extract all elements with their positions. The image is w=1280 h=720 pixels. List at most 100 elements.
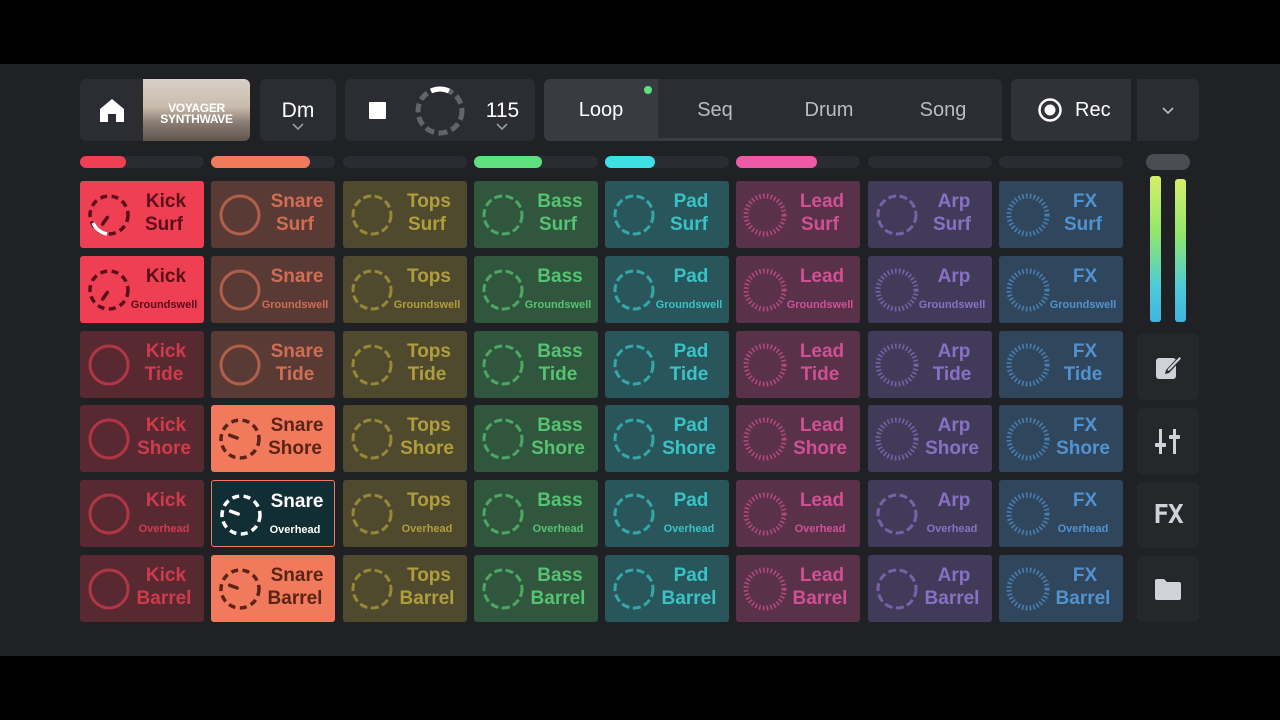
- clip-pad[interactable]: Tops Overhead: [343, 480, 467, 547]
- clip-pad[interactable]: Pad Surf: [605, 181, 729, 248]
- clip-progress-ring-icon: [87, 567, 131, 611]
- clip-scene-name: Surf: [1064, 214, 1102, 235]
- clip-pad[interactable]: Bass Shore: [474, 405, 598, 472]
- clip-pad[interactable]: Kick Groundswell: [80, 256, 204, 323]
- clip-progress-ring-icon: [481, 417, 525, 461]
- track-indicator-arp: [868, 156, 992, 168]
- clip-track-name: Lead: [799, 341, 845, 362]
- clip-pad[interactable]: Arp Surf: [868, 181, 992, 248]
- clip-pad[interactable]: Kick Tide: [80, 331, 204, 398]
- track-indicator-pad: [605, 156, 729, 168]
- clip-pad[interactable]: Lead Surf: [736, 181, 860, 248]
- tab-loop[interactable]: Loop: [544, 79, 658, 141]
- master-volume-knob[interactable]: [1146, 154, 1190, 170]
- clip-track-name: Pad: [673, 191, 709, 212]
- clip-pad[interactable]: Snare Overhead: [211, 480, 335, 547]
- chevron-down-icon: [292, 123, 304, 130]
- clip-track-name: Bass: [537, 565, 583, 586]
- clip-pad[interactable]: FX Tide: [999, 331, 1123, 398]
- clip-progress-ring-icon: [87, 417, 131, 461]
- clip-scene-name: Groundswell: [130, 299, 198, 311]
- clip-pad[interactable]: Tops Surf: [343, 181, 467, 248]
- clip-pad[interactable]: Bass Groundswell: [474, 256, 598, 323]
- clip-pad[interactable]: Arp Overhead: [868, 480, 992, 547]
- clip-pad[interactable]: Lead Tide: [736, 331, 860, 398]
- clip-pad[interactable]: Lead Shore: [736, 405, 860, 472]
- clip-track-name: Kick: [145, 191, 187, 212]
- clip-scene-name: Groundswell: [524, 299, 592, 311]
- clip-pad[interactable]: Bass Overhead: [474, 480, 598, 547]
- clip-progress-ring-icon: [218, 417, 262, 461]
- tempo-chevron-icon: [496, 123, 508, 130]
- clip-pad[interactable]: Pad Overhead: [605, 480, 729, 547]
- clip-pad[interactable]: Arp Shore: [868, 405, 992, 472]
- clip-track-name: Arp: [937, 191, 971, 212]
- clip-pad[interactable]: Kick Shore: [80, 405, 204, 472]
- clip-pad[interactable]: FX Shore: [999, 405, 1123, 472]
- clip-pad[interactable]: Snare Tide: [211, 331, 335, 398]
- record-button[interactable]: Rec: [1011, 79, 1131, 141]
- clip-pad[interactable]: Tops Shore: [343, 405, 467, 472]
- tempo-dial[interactable]: [413, 84, 467, 138]
- clip-pad[interactable]: Kick Barrel: [80, 555, 204, 622]
- tab-seq[interactable]: Seq: [658, 79, 772, 141]
- album-artwork[interactable]: VOYAGER SYNTHWAVE: [143, 79, 250, 141]
- browser-button[interactable]: [1137, 556, 1199, 622]
- clip-pad[interactable]: FX Overhead: [999, 480, 1123, 547]
- track-indicator-fill: [211, 156, 311, 168]
- clip-scene-name: Groundswell: [655, 299, 723, 311]
- clip-pad[interactable]: Lead Groundswell: [736, 256, 860, 323]
- clip-pad[interactable]: Arp Groundswell: [868, 256, 992, 323]
- clip-pad[interactable]: Snare Surf: [211, 181, 335, 248]
- home-icon: [80, 79, 143, 141]
- tab-loop-label: Loop: [578, 98, 624, 121]
- clip-pad[interactable]: FX Surf: [999, 181, 1123, 248]
- clip-pad[interactable]: Snare Groundswell: [211, 256, 335, 323]
- clip-scene-name: Barrel: [924, 588, 980, 609]
- more-menu-button[interactable]: [1137, 79, 1199, 141]
- clip-pad[interactable]: Pad Tide: [605, 331, 729, 398]
- clip-progress-ring-icon: [350, 193, 394, 237]
- clip-progress-ring-icon: [875, 417, 919, 461]
- fx-button[interactable]: FX: [1137, 482, 1199, 548]
- clip-pad[interactable]: Arp Tide: [868, 331, 992, 398]
- clip-pad[interactable]: FX Groundswell: [999, 256, 1123, 323]
- clip-scene-name: Overhead: [794, 523, 846, 535]
- clip-pad[interactable]: Tops Groundswell: [343, 256, 467, 323]
- clip-progress-ring-icon: [481, 567, 525, 611]
- clip-pad[interactable]: Pad Shore: [605, 405, 729, 472]
- mixer-button[interactable]: [1137, 408, 1199, 474]
- stop-button[interactable]: [359, 93, 395, 127]
- clip-pad[interactable]: Lead Barrel: [736, 555, 860, 622]
- clip-pad[interactable]: Bass Barrel: [474, 555, 598, 622]
- clip-progress-ring-icon: [481, 492, 525, 536]
- tab-song[interactable]: Song: [886, 79, 1000, 141]
- clip-track-name: FX: [1072, 266, 1098, 287]
- clip-pad[interactable]: Tops Barrel: [343, 555, 467, 622]
- tab-drum[interactable]: Drum: [772, 79, 886, 141]
- clip-pad[interactable]: Bass Tide: [474, 331, 598, 398]
- clip-pad[interactable]: Kick Surf: [80, 181, 204, 248]
- tab-drum-label: Drum: [804, 98, 854, 121]
- level-meter-right: [1175, 179, 1186, 322]
- clip-pad[interactable]: Pad Groundswell: [605, 256, 729, 323]
- clip-scene-name: Barrel: [661, 588, 717, 609]
- clip-pad[interactable]: Kick Overhead: [80, 480, 204, 547]
- album-title-line2: SYNTHWAVE: [160, 112, 233, 126]
- clip-pad[interactable]: Arp Barrel: [868, 555, 992, 622]
- clip-pad[interactable]: Pad Barrel: [605, 555, 729, 622]
- clip-pad[interactable]: Snare Shore: [211, 405, 335, 472]
- clip-scene-name: Surf: [408, 214, 446, 235]
- clip-pad[interactable]: FX Barrel: [999, 555, 1123, 622]
- clip-progress-ring-icon: [743, 492, 787, 536]
- edit-button[interactable]: [1137, 334, 1199, 400]
- clip-pad[interactable]: Lead Overhead: [736, 480, 860, 547]
- tempo-value[interactable]: 115: [475, 99, 530, 123]
- clip-progress-ring-icon: [87, 343, 131, 387]
- clip-scene-name: Shore: [400, 438, 454, 459]
- key-selector[interactable]: Dm: [260, 79, 336, 141]
- clip-pad[interactable]: Tops Tide: [343, 331, 467, 398]
- clip-progress-ring-icon: [743, 417, 787, 461]
- clip-pad[interactable]: Bass Surf: [474, 181, 598, 248]
- clip-pad[interactable]: Snare Barrel: [211, 555, 335, 622]
